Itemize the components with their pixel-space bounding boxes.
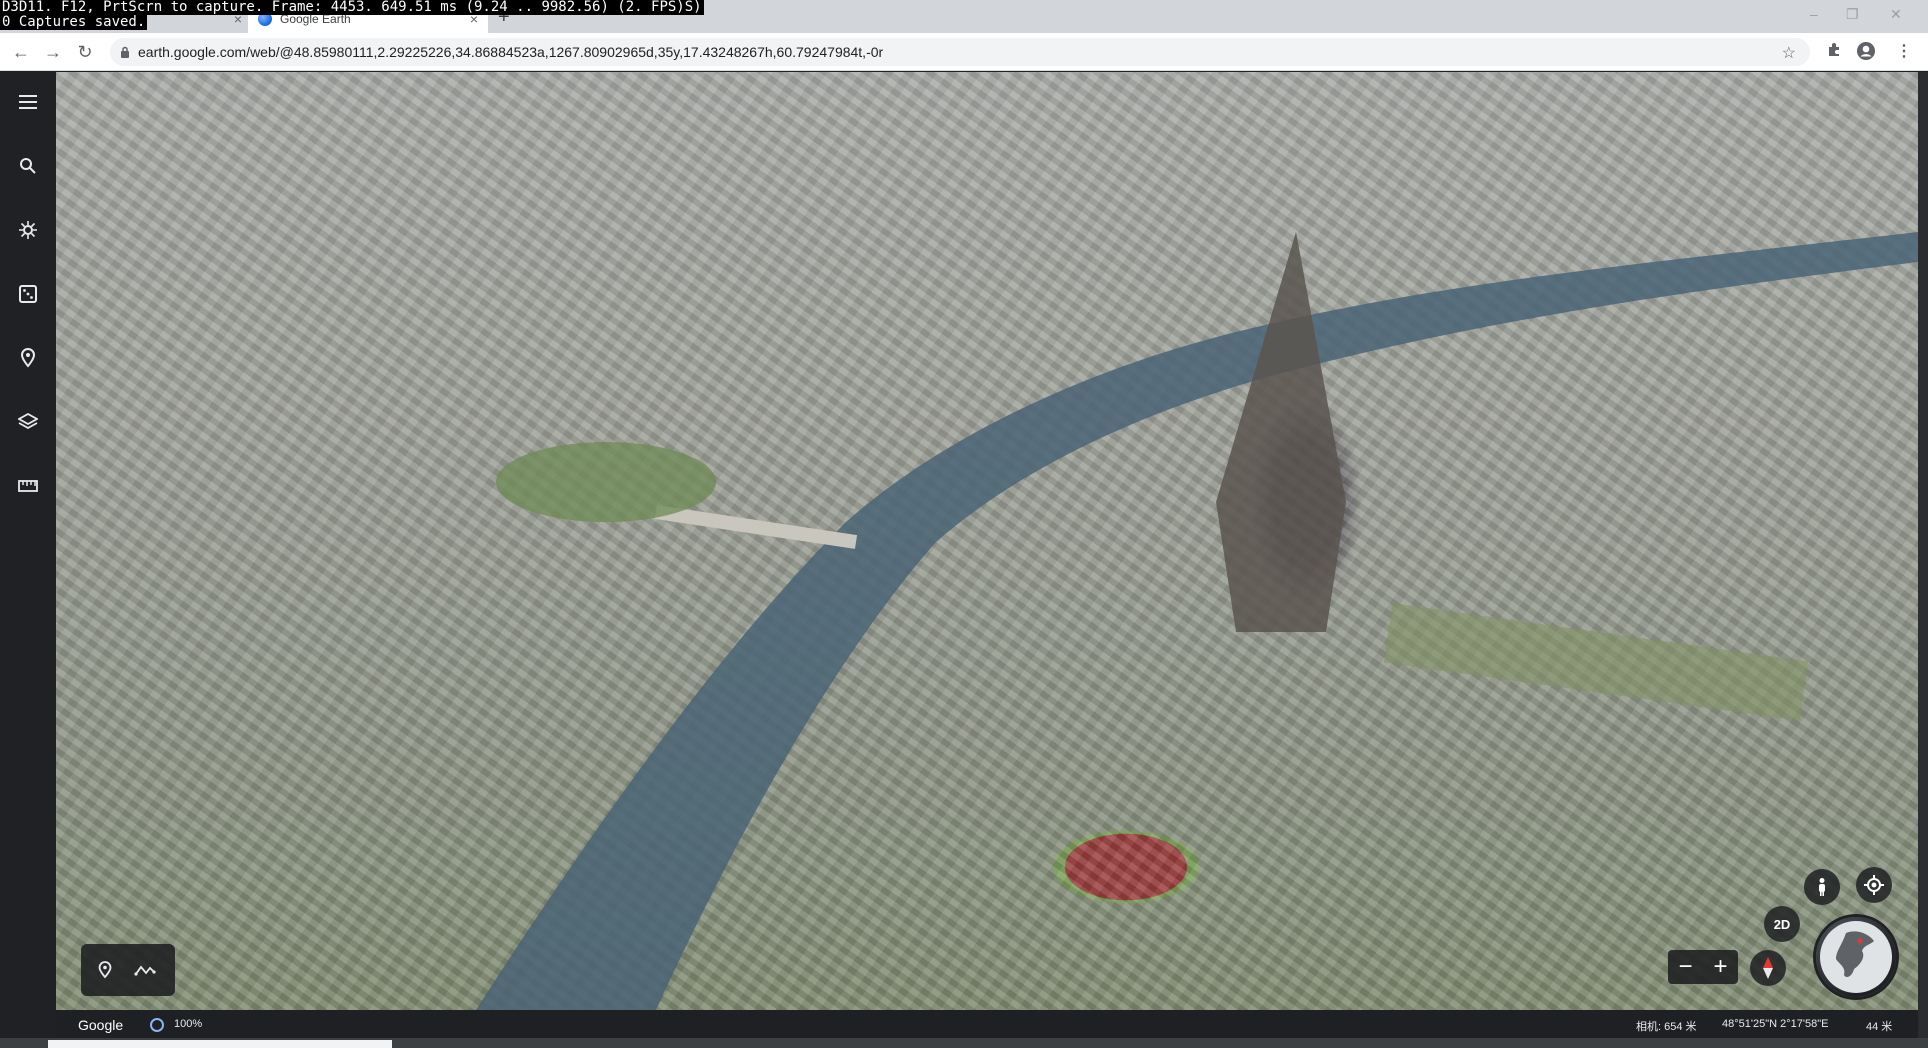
compass-icon[interactable] — [1750, 950, 1786, 986]
status-bar: Google 100% 相机: 654 米 48°51'25"N 2°17'58… — [56, 1010, 1918, 1038]
ground-elevation: 44 米 — [1866, 1021, 1893, 1033]
profile-icon[interactable] — [1856, 41, 1876, 61]
zoom-out-button[interactable]: − — [1668, 950, 1703, 984]
debug-line-1: D3D11. F12, PrtScrn to capture. Frame: 4… — [0, 0, 704, 15]
ruler-icon[interactable] — [12, 470, 44, 502]
debug-line-2: 0 Captures saved. — [0, 14, 148, 30]
search-icon[interactable] — [12, 150, 44, 182]
scrollbar[interactable] — [1918, 72, 1928, 1038]
browser-toolbar: ← → ↻ earth.google.com/web/@48.85980111,… — [0, 33, 1928, 71]
globe-icon[interactable] — [1816, 917, 1896, 997]
zoom-in-button[interactable]: + — [1703, 950, 1738, 984]
address-bar[interactable]: earth.google.com/web/@48.85980111,2.2922… — [110, 38, 1810, 66]
my-location-icon[interactable] — [1856, 867, 1892, 903]
lock-icon — [121, 46, 129, 58]
toggle-2d-button[interactable]: 2D — [1764, 906, 1800, 942]
layers-icon[interactable] — [12, 406, 44, 438]
google-earth-app: 2D − + Google 100% 相机: 654 米 48°51'25"N … — [0, 72, 1928, 1048]
cursor-coordinates: 48°51'25"N 2°17'58"E — [1722, 1018, 1829, 1030]
star-icon[interactable]: ☆ — [1782, 43, 1796, 63]
extensions-icon[interactable] — [1826, 41, 1842, 57]
forward-button[interactable]: → — [42, 42, 64, 63]
dice-icon[interactable] — [12, 278, 44, 310]
loading-percentage: 100% — [174, 1018, 203, 1030]
restore-button[interactable]: ❐ — [1846, 6, 1859, 23]
hamburger-icon[interactable] — [12, 86, 44, 118]
reload-button[interactable]: ↻ — [74, 42, 96, 63]
debug-overlay: D3D11. F12, PrtScrn to capture. Frame: 4… — [0, 0, 704, 30]
minimize-button[interactable]: – — [1810, 6, 1818, 22]
map-tools-panel — [81, 944, 175, 996]
placemark-icon[interactable] — [93, 958, 117, 982]
path-icon[interactable] — [133, 958, 157, 982]
pegman-icon[interactable] — [1804, 869, 1840, 905]
left-rail — [0, 72, 56, 1048]
url-text[interactable]: earth.google.com/web/@48.85980111,2.2922… — [138, 44, 883, 60]
back-button[interactable]: ← — [10, 42, 32, 63]
menu-icon[interactable]: ⋮ — [1896, 41, 1912, 61]
bookmark-pin-icon[interactable] — [12, 342, 44, 374]
zoom-controls: − + — [1668, 950, 1738, 984]
loading-indicator-icon — [150, 1018, 164, 1032]
voyager-icon[interactable] — [12, 214, 44, 246]
3d-map-view[interactable]: 2D − + — [56, 72, 1918, 1010]
google-logo: Google — [78, 1017, 124, 1033]
load-progress-bar — [48, 1040, 392, 1048]
close-window-button[interactable]: ✕ — [1890, 6, 1902, 23]
seine-river — [476, 232, 1918, 1010]
camera-altitude: 相机: 654 米 — [1636, 1021, 1697, 1033]
